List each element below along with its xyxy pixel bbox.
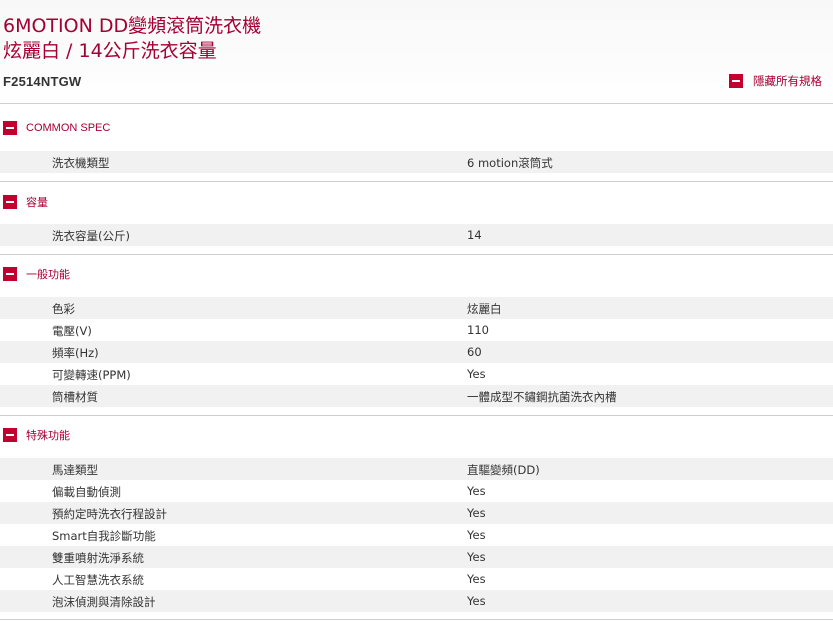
spec-value: 14 xyxy=(467,228,482,242)
spec-value: Yes xyxy=(467,594,486,608)
section-title: 一般功能 xyxy=(26,269,70,281)
section-header-common-spec[interactable]: COMMON SPEC xyxy=(3,121,110,135)
spec-value: Yes xyxy=(467,484,486,498)
product-title-line1: 6MOTION DD變頻滾筒洗衣機 xyxy=(3,15,262,37)
spec-value: Yes xyxy=(467,506,486,520)
spec-row: 色彩 炫麗白 xyxy=(0,297,833,319)
section-title: 容量 xyxy=(26,197,48,209)
spec-label: 偏載自動偵測 xyxy=(52,485,121,499)
divider xyxy=(0,103,833,104)
spec-label: 雙重噴射洗淨系統 xyxy=(52,551,144,565)
product-title-line2: 炫麗白 / 14公斤洗衣容量 xyxy=(3,40,217,62)
spec-label: 預約定時洗衣行程設計 xyxy=(52,507,167,521)
spec-value: 一體成型不鏽鋼抗菌洗衣內槽 xyxy=(467,390,617,404)
model-number: F2514NTGW xyxy=(3,74,82,89)
spec-value: 6 motion滾筒式 xyxy=(467,156,553,170)
spec-label: 電壓(V) xyxy=(52,324,92,338)
spec-label: 泡沫偵測與清除設計 xyxy=(52,595,156,609)
divider xyxy=(0,254,833,255)
spec-row: 可變轉速(PPM) Yes xyxy=(0,363,833,385)
spec-value: 直驅變頻(DD) xyxy=(467,463,540,477)
spec-value: Yes xyxy=(467,572,486,586)
spec-label: 筒槽材質 xyxy=(52,390,98,404)
spec-label: 可變轉速(PPM) xyxy=(52,368,131,382)
collapse-minus-icon xyxy=(3,121,17,135)
divider xyxy=(0,619,833,620)
spec-row: 電壓(V) 110 xyxy=(0,319,833,341)
spec-value: Yes xyxy=(467,367,486,381)
spec-row: 洗衣機類型 6 motion滾筒式 xyxy=(0,151,833,173)
spec-value: 60 xyxy=(467,345,482,359)
spec-row: 泡沫偵測與清除設計 Yes xyxy=(0,590,833,612)
hide-all-specs-label: 隱藏所有規格 xyxy=(753,74,822,88)
collapse-minus-icon xyxy=(3,428,17,442)
spec-label: 馬達類型 xyxy=(52,463,98,477)
spec-value: 110 xyxy=(467,323,489,337)
spec-row: 洗衣容量(公斤) 14 xyxy=(0,224,833,246)
section-header-general-features[interactable]: 一般功能 xyxy=(3,266,70,282)
section-title: 特殊功能 xyxy=(26,430,70,442)
divider xyxy=(0,415,833,416)
spec-label: Smart自我診斷功能 xyxy=(52,529,156,543)
spec-label: 人工智慧洗衣系統 xyxy=(52,573,144,587)
spec-row: 預約定時洗衣行程設計 Yes xyxy=(0,502,833,524)
spec-row: 雙重噴射洗淨系統 Yes xyxy=(0,546,833,568)
spec-value: Yes xyxy=(467,528,486,542)
spec-label: 色彩 xyxy=(52,302,75,316)
spec-row: Smart自我診斷功能 Yes xyxy=(0,524,833,546)
spec-row: 筒槽材質 一體成型不鏽鋼抗菌洗衣內槽 xyxy=(0,385,833,407)
hide-all-specs-button[interactable]: 隱藏所有規格 xyxy=(729,73,822,89)
section-title: COMMON SPEC xyxy=(26,122,111,134)
spec-row: 偏載自動偵測 Yes xyxy=(0,480,833,502)
spec-label: 洗衣機類型 xyxy=(52,156,110,170)
spec-page: 6MOTION DD變頻滾筒洗衣機 炫麗白 / 14公斤洗衣容量 F2514NT… xyxy=(0,0,833,621)
spec-label: 洗衣容量(公斤) xyxy=(52,229,130,243)
collapse-minus-icon xyxy=(3,195,17,209)
product-title: 6MOTION DD變頻滾筒洗衣機 炫麗白 / 14公斤洗衣容量 xyxy=(3,14,261,64)
section-header-special-features[interactable]: 特殊功能 xyxy=(3,427,70,443)
collapse-minus-icon xyxy=(729,74,743,88)
spec-value: 炫麗白 xyxy=(467,302,502,316)
spec-label: 頻率(Hz) xyxy=(52,346,99,360)
spec-row: 人工智慧洗衣系統 Yes xyxy=(0,568,833,590)
spec-value: Yes xyxy=(467,550,486,564)
spec-row: 頻率(Hz) 60 xyxy=(0,341,833,363)
divider xyxy=(0,181,833,182)
section-header-capacity[interactable]: 容量 xyxy=(3,194,48,210)
collapse-minus-icon xyxy=(3,267,17,281)
spec-row: 馬達類型 直驅變頻(DD) xyxy=(0,458,833,480)
